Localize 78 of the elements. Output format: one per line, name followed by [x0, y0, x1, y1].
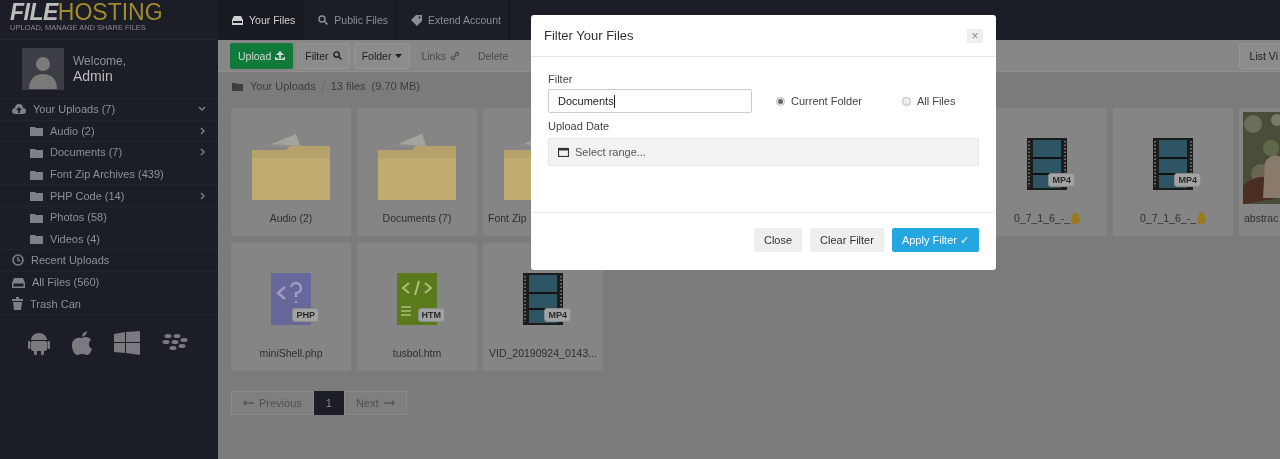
file-type-badge: PHP — [292, 308, 319, 322]
drive-icon — [12, 276, 25, 288]
caret-icon — [395, 53, 403, 58]
sidebar-item[interactable]: Recent Uploads — [0, 250, 218, 272]
file-name: tusbol.htm — [392, 347, 442, 359]
sidebar-item[interactable]: Audio (2) — [0, 120, 218, 143]
apple-icon — [72, 330, 92, 355]
sidebar-item[interactable]: Your Uploads (7) — [0, 99, 218, 121]
sidebar-item[interactable]: All Files (560) — [0, 271, 218, 294]
file-card[interactable]: PHP miniShell.php — [231, 243, 351, 371]
toolbar-button[interactable]: Filter — [297, 42, 350, 69]
folder-icon — [30, 147, 43, 158]
folder-icon — [30, 190, 43, 202]
calendar-icon — [558, 147, 569, 157]
view-button[interactable]: List Vi — [1238, 42, 1280, 69]
close-button[interactable]: × — [967, 28, 983, 43]
modal-button[interactable]: Apply Filter ✓ — [891, 228, 979, 252]
toolbar-button[interactable]: Folder — [353, 42, 411, 69]
android-icon — [28, 330, 50, 355]
search-icon — [318, 15, 329, 25]
folder-icon — [30, 211, 43, 223]
radio-option[interactable]: All Files — [901, 95, 956, 107]
tag-icon — [411, 14, 422, 26]
file-card[interactable]: HTM tusbol.htm — [357, 243, 477, 371]
file-name: Documents (7) — [382, 212, 452, 224]
folder-icon — [232, 81, 243, 91]
file-name: Audio (2) — [269, 212, 313, 224]
folder-icon — [30, 168, 43, 180]
sidebar-item[interactable]: Documents (7) — [0, 142, 218, 164]
trash-icon — [12, 297, 23, 311]
date-range-field[interactable]: Select range... — [548, 138, 979, 166]
logo-text: FILE — [10, 0, 58, 24]
arrow-left-icon — [243, 400, 254, 406]
file-type-badge: HTM — [417, 308, 445, 322]
user-name: Admin — [73, 68, 114, 84]
drive-icon — [232, 15, 243, 25]
modal-title: Filter Your Files — [544, 28, 634, 43]
file-name: 0_7_1_6_-_ — [1139, 212, 1197, 224]
windows-icon — [114, 330, 140, 355]
cloud-upload-icon — [12, 103, 26, 116]
clock-icon — [12, 254, 24, 267]
sidebar-item[interactable]: Trash Can — [0, 293, 218, 315]
breadcrumb-link[interactable]: Your Uploads — [250, 80, 316, 92]
arrow-right-icon — [383, 400, 395, 406]
field-label: Upload Date — [548, 120, 611, 134]
modal-button[interactable]: Clear Filter — [810, 228, 884, 252]
sidebar-item[interactable]: Videos (4) — [0, 228, 218, 251]
folder-icon — [30, 233, 43, 245]
file-type-badge: MP4 — [1174, 173, 1201, 187]
search-icon — [332, 51, 342, 60]
blackberry-icon — [162, 332, 188, 353]
link-icon — [449, 50, 460, 61]
sidebar-item[interactable]: Font Zip Archives (439) — [0, 163, 218, 186]
sidebar-item[interactable]: PHP Code (14) — [0, 185, 218, 207]
file-name: abstrac — [1244, 212, 1279, 224]
file-summary: 13 files (9.70 MB) — [330, 80, 420, 92]
file-card[interactable]: Documents (7) — [357, 108, 477, 236]
file-type-badge: MP4 — [544, 308, 571, 322]
file-type-badge: MP4 — [1048, 173, 1075, 187]
radio-option[interactable]: Current Folder — [776, 95, 862, 107]
file-card[interactable]: MP4 0_7_1_6_-_ — [1113, 108, 1233, 236]
filter-field[interactable]: Documents — [548, 89, 752, 113]
welcome-text: Welcome, — [73, 54, 127, 68]
modal-button[interactable]: Close — [754, 228, 803, 252]
avatar — [22, 48, 64, 90]
file-name: 0_7_1_6_-_ — [1013, 212, 1071, 224]
file-name: Font Zip — [488, 212, 527, 224]
upload-icon — [275, 51, 286, 60]
file-name: miniShell.php — [259, 347, 323, 359]
file-card[interactable]: abstrac — [1239, 108, 1280, 236]
toolbar-button[interactable]: Upload — [230, 42, 294, 69]
file-name: VID_20190924_0143... — [489, 347, 597, 359]
file-card[interactable]: Audio (2) — [231, 108, 351, 236]
nav-tab[interactable]: Your Files — [218, 0, 305, 40]
page-button[interactable]: 1 — [313, 391, 344, 415]
field-label: Filter — [548, 73, 574, 87]
sidebar-item[interactable]: Photos (58) — [0, 206, 218, 229]
folder-icon — [30, 125, 43, 137]
